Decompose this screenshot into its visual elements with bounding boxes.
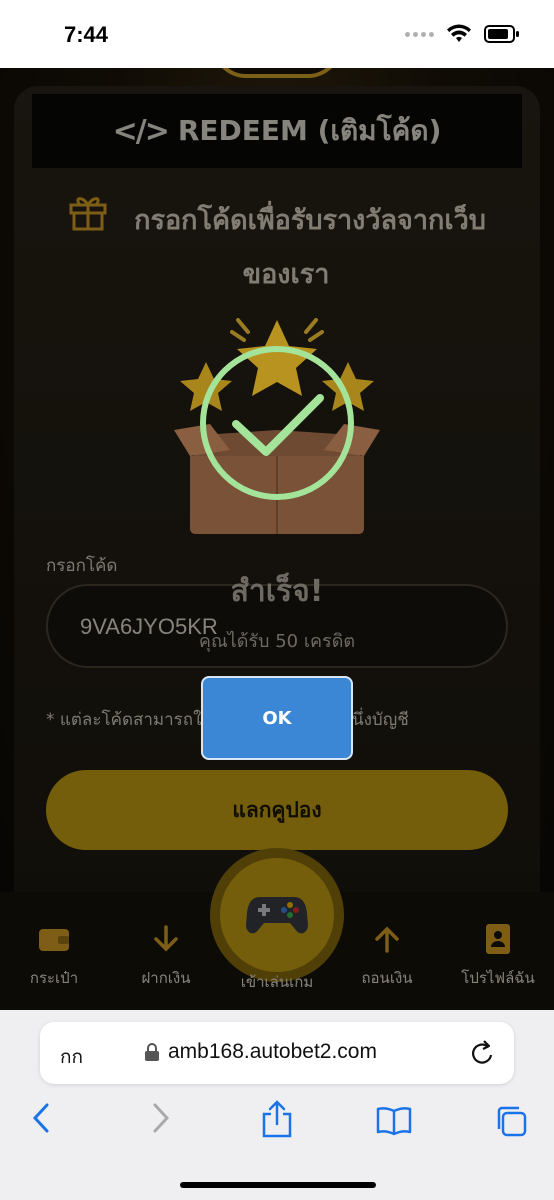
reload-icon[interactable] xyxy=(470,1039,496,1067)
reward-box-illustration xyxy=(174,318,380,534)
signal-icon xyxy=(405,31,434,37)
home-indicator xyxy=(180,1182,376,1188)
battery-icon xyxy=(484,25,519,43)
status-time: 7:44 xyxy=(64,22,109,47)
text-size-button[interactable]: กก xyxy=(60,1042,83,1072)
browser-chrome: กก amb168.autobet2.com xyxy=(0,1010,554,1200)
status-icons xyxy=(405,24,520,44)
bookmarks-icon[interactable] xyxy=(376,1106,412,1136)
tabs-icon[interactable] xyxy=(494,1104,528,1138)
back-icon[interactable] xyxy=(30,1102,52,1134)
share-icon[interactable] xyxy=(260,1100,294,1138)
wifi-icon xyxy=(447,24,471,42)
url-text: amb168.autobet2.com xyxy=(168,1040,377,1063)
status-bar: 7:44 xyxy=(0,0,554,68)
lock-icon xyxy=(145,1043,159,1061)
forward-icon[interactable] xyxy=(150,1102,172,1134)
success-title: สำเร็จ! xyxy=(230,574,324,609)
address-bar[interactable]: กก amb168.autobet2.com xyxy=(40,1022,514,1084)
success-message: คุณได้รับ 50 เครดิต xyxy=(198,631,356,652)
ok-button[interactable]: OK xyxy=(201,676,353,760)
